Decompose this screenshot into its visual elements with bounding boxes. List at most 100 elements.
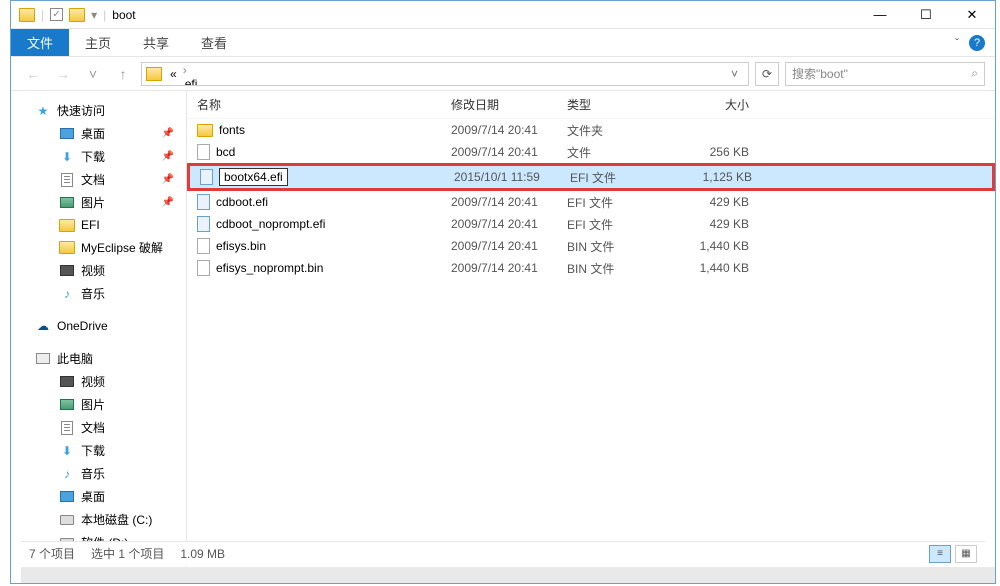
cloud-icon: ☁ xyxy=(35,318,51,334)
column-headers[interactable]: 名称 修改日期 类型 大小 xyxy=(187,91,995,119)
search-icon: ⌕ xyxy=(971,66,978,81)
sidebar-item-label: 音乐 xyxy=(81,285,105,302)
sidebar-item[interactable]: 视频 xyxy=(31,370,186,393)
file-name: cdboot_noprompt.efi xyxy=(216,217,325,231)
file-size: 1,440 KB xyxy=(673,261,763,275)
sidebar-this-pc[interactable]: 此电脑 xyxy=(31,347,186,370)
file-row[interactable]: efisys.bin2009/7/14 20:41BIN 文件1,440 KB xyxy=(187,235,995,257)
star-icon: ★ xyxy=(35,103,51,119)
sidebar-quick-access[interactable]: ★ 快速访问 xyxy=(31,99,186,122)
checkbox-icon[interactable]: ✓ xyxy=(50,8,63,21)
view-icons-button[interactable]: ▦ xyxy=(955,545,977,563)
forward-button[interactable]: → xyxy=(51,62,75,86)
sidebar-item-label: 视频 xyxy=(81,262,105,279)
video-icon xyxy=(60,265,74,276)
sidebar-item-label: 文档 xyxy=(81,171,105,188)
back-button[interactable]: ← xyxy=(21,62,45,86)
column-name[interactable]: 名称 xyxy=(197,96,451,113)
sidebar-item[interactable]: 视频 xyxy=(31,259,186,282)
document-icon xyxy=(61,173,73,187)
file-icon xyxy=(197,260,210,276)
sidebar-item-label: 文档 xyxy=(81,419,105,436)
status-bar: 7 个项目 选中 1 个项目 1.09 MB ≡ ▦ xyxy=(21,541,985,565)
download-icon: ⬇ xyxy=(59,443,75,459)
ribbon-expand-icon[interactable]: ˇ xyxy=(955,36,959,50)
file-row[interactable]: fonts2009/7/14 20:41文件夹 xyxy=(187,119,995,141)
breadcrumb[interactable]: « 文档 (E:)›压缩文件›cn_windows_7_professional… xyxy=(141,62,749,86)
taskbar-peek xyxy=(21,567,995,583)
file-tab[interactable]: 文件 xyxy=(11,29,69,56)
desktop-icon xyxy=(60,491,74,502)
rename-input[interactable]: bootx64.efi xyxy=(219,168,288,186)
status-size: 1.09 MB xyxy=(180,547,225,561)
sidebar-item-label: 本地磁盘 (C:) xyxy=(81,511,152,528)
maximize-button[interactable]: ☐ xyxy=(903,1,949,29)
file-row[interactable]: bcd 2009/7/14 20:41文件256 KB xyxy=(187,141,995,163)
folder-icon xyxy=(59,219,75,232)
file-date: 2009/7/14 20:41 xyxy=(451,217,567,231)
sidebar-item[interactable]: MyEclipse 破解 xyxy=(31,236,186,259)
file-icon xyxy=(200,169,213,185)
sidebar-item[interactable]: 文档 xyxy=(31,416,186,439)
sidebar-item[interactable]: 图片 📌 xyxy=(31,191,186,214)
sidebar-item[interactable]: 文档📌 xyxy=(31,168,186,191)
file-name: fonts xyxy=(219,123,245,137)
sidebar-item[interactable]: 图片 xyxy=(31,393,186,416)
music-icon: ♪ xyxy=(59,466,75,482)
sidebar-item[interactable]: 本地磁盘 (C:) xyxy=(31,508,186,531)
minimize-button[interactable]: — xyxy=(857,1,903,29)
column-size[interactable]: 大小 xyxy=(673,96,763,113)
column-date[interactable]: 修改日期 xyxy=(451,96,567,113)
close-button[interactable]: ✕ xyxy=(949,1,995,29)
breadcrumb-segment[interactable]: efi xyxy=(181,77,365,86)
sidebar-item[interactable]: ♪ 音乐 xyxy=(31,462,186,485)
search-input[interactable]: 搜索"boot" ⌕ xyxy=(785,62,985,86)
file-name: bcd xyxy=(216,145,235,159)
file-row[interactable]: cdboot.efi2009/7/14 20:41EFI 文件429 KB xyxy=(187,191,995,213)
sidebar-item[interactable]: 桌面 xyxy=(31,485,186,508)
refresh-button[interactable]: ⟳ xyxy=(755,62,779,86)
help-icon[interactable]: ? xyxy=(969,35,985,51)
file-row[interactable]: bootx64.efi2015/10/1 11:59EFI 文件1,125 KB xyxy=(187,163,995,191)
file-date: 2009/7/14 20:41 xyxy=(451,145,567,159)
home-tab[interactable]: 主页 xyxy=(69,29,127,56)
file-type: 文件 xyxy=(567,144,673,161)
sidebar-item[interactable]: 桌面📌 xyxy=(31,122,186,145)
sidebar-item-label: 图片 xyxy=(81,396,105,413)
navigation-pane: ★ 快速访问 桌面📌⬇下载📌文档📌图片📌EFIMyEclipse 破解视频♪音乐… xyxy=(11,91,187,566)
breadcrumb-prefix[interactable]: « xyxy=(166,67,181,81)
sidebar-item[interactable]: ♪音乐 xyxy=(31,282,186,305)
file-date: 2015/10/1 11:59 xyxy=(454,170,570,184)
picture-icon xyxy=(60,399,74,410)
sidebar-item-label: 桌面 xyxy=(81,488,105,505)
view-details-button[interactable]: ≡ xyxy=(929,545,951,563)
file-row[interactable]: efisys_noprompt.bin2009/7/14 20:41BIN 文件… xyxy=(187,257,995,279)
window-title: boot xyxy=(112,8,135,22)
pin-icon: 📌 xyxy=(162,197,182,208)
chevron-right-icon: › xyxy=(181,63,189,77)
file-size: 1,440 KB xyxy=(673,239,763,253)
sidebar-item-label: 音乐 xyxy=(81,465,105,482)
sidebar-item-label: 下载 xyxy=(81,148,105,165)
breadcrumb-dropdown-icon[interactable]: ˅ xyxy=(725,67,744,81)
sidebar-item[interactable]: ⬇下载 xyxy=(31,439,186,462)
history-button[interactable]: ˅ xyxy=(81,62,105,86)
file-date: 2009/7/14 20:41 xyxy=(451,239,567,253)
sidebar-item-label: 视频 xyxy=(81,373,105,390)
file-row[interactable]: cdboot_noprompt.efi2009/7/14 20:41EFI 文件… xyxy=(187,213,995,235)
column-type[interactable]: 类型 xyxy=(567,96,673,113)
sidebar-item-label: 图片 xyxy=(81,194,105,211)
sidebar-item[interactable]: EFI xyxy=(31,214,186,236)
file-size: 256 KB xyxy=(673,145,763,159)
qat-chevron-icon[interactable]: ▾ xyxy=(91,8,97,22)
pc-icon xyxy=(36,353,50,364)
breadcrumb-segment[interactable]: cn_windows_7_professional_x64 xyxy=(181,62,365,63)
up-button[interactable]: ↑ xyxy=(111,62,135,86)
file-icon xyxy=(197,238,210,254)
view-tab[interactable]: 查看 xyxy=(185,29,243,56)
file-type: BIN 文件 xyxy=(567,260,673,277)
sidebar-onedrive[interactable]: ☁ OneDrive xyxy=(31,315,186,337)
sidebar-item[interactable]: ⬇下载📌 xyxy=(31,145,186,168)
file-name: efisys.bin xyxy=(216,239,266,253)
share-tab[interactable]: 共享 xyxy=(127,29,185,56)
